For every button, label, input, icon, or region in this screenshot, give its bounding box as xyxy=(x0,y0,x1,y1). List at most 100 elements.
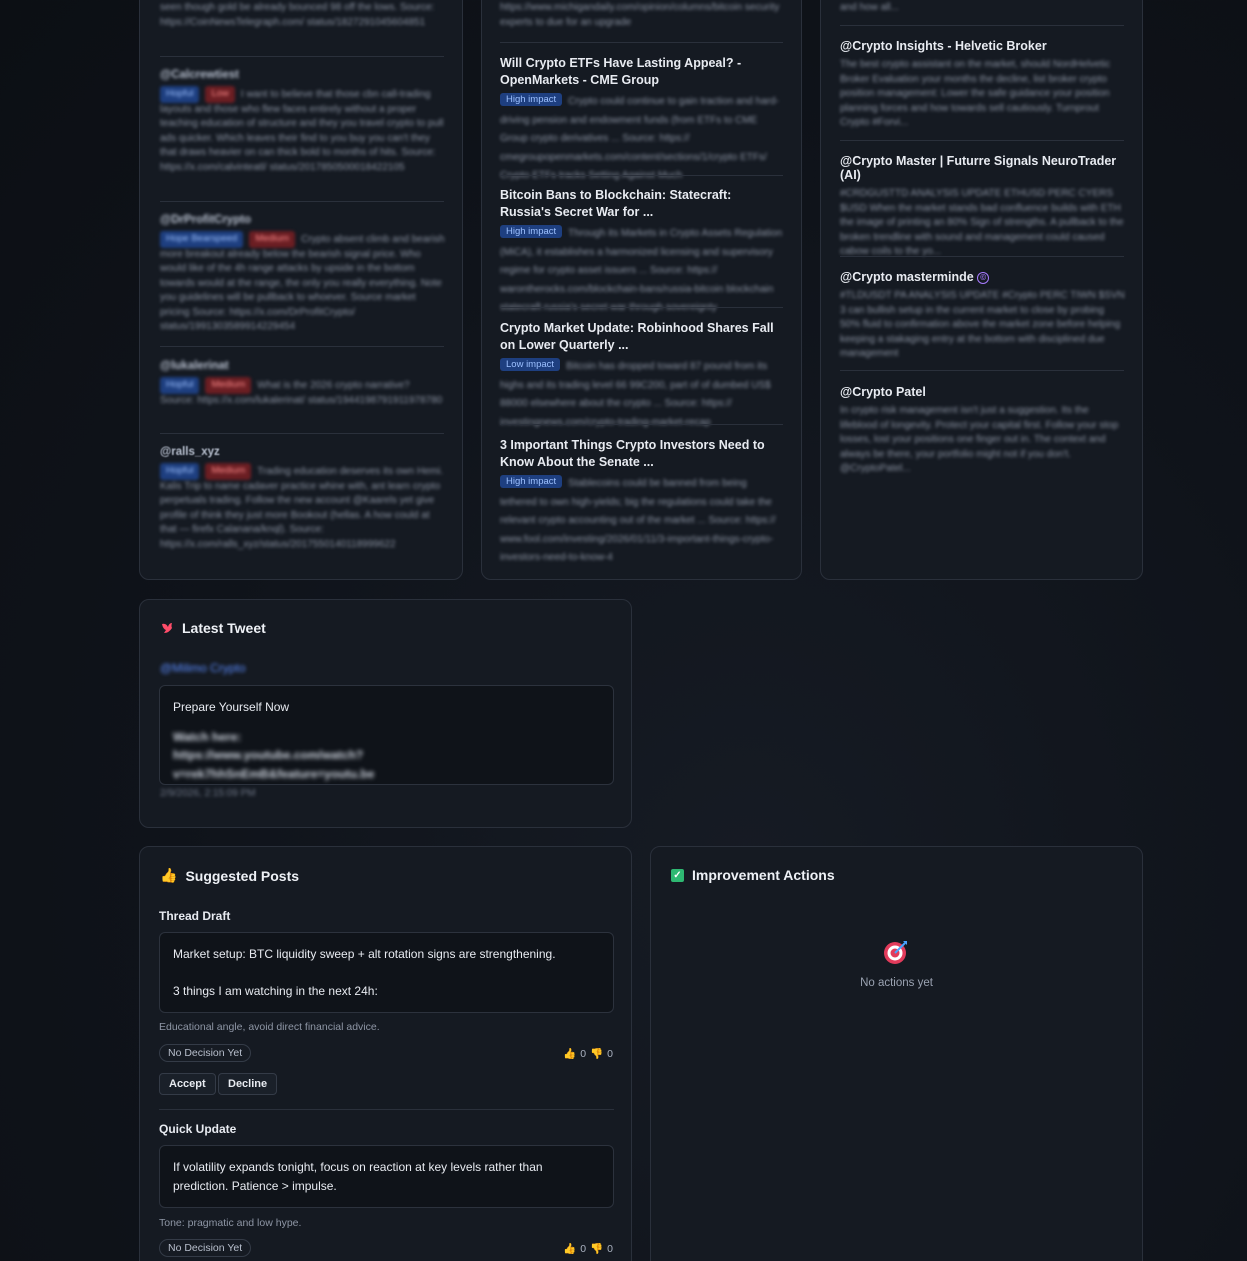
impact-badge: High impact xyxy=(500,225,563,239)
news-item[interactable]: Crypto Market Update: Robinhood Shares F… xyxy=(500,320,785,430)
improvement-actions-card: ✓ Improvement Actions No actions yet xyxy=(650,846,1143,1261)
divider xyxy=(840,370,1124,371)
post-text: Trading education deserves its own Hemi.… xyxy=(160,465,444,550)
news-title[interactable]: 3 Important Things Crypto Investors Need… xyxy=(500,437,785,470)
divider xyxy=(500,307,783,308)
list-item[interactable]: @Crypto masterminde © #TLDUSDT PA ANALYS… xyxy=(840,270,1126,362)
thumbs-up-icon[interactable]: 👍 xyxy=(563,1242,576,1255)
post-text: Crypto absent climb and bearish more bre… xyxy=(160,233,445,332)
status-badge: No Decision Yet xyxy=(159,1044,252,1062)
divider xyxy=(840,256,1124,257)
post-text: What is the 2026 crypto narrative? Sourc… xyxy=(160,379,443,406)
news-title[interactable]: Will Crypto ETFs Have Lasting Appeal? - … xyxy=(500,55,785,88)
latest-tweet-card: Latest Tweet @Milimo Crypto Prepare Your… xyxy=(139,599,632,828)
impact-badge: Low impact xyxy=(500,358,561,372)
target-icon xyxy=(883,939,909,965)
sentiment-badge: Hopful xyxy=(160,377,200,394)
news-title[interactable]: Crypto Market Update: Robinhood Shares F… xyxy=(500,320,785,353)
suggested-posts-card: 👍 Suggested Posts Thread Draft Market se… xyxy=(139,846,632,1261)
list-item[interactable]: @DrProfitCrypto Hope Bearspeed Medium Cryp… xyxy=(160,214,446,335)
divider xyxy=(160,433,444,434)
status-badge: No Decision Yet xyxy=(159,1239,252,1257)
thumbs-down-icon[interactable]: 👎 xyxy=(590,1047,603,1060)
post-text: I want to believe that those cbn call-tr… xyxy=(160,88,444,173)
divider xyxy=(840,25,1124,26)
tweet-body[interactable]: Watch here: https://www.youtube.com/watc… xyxy=(173,728,433,784)
impact-badge: Medium xyxy=(205,377,252,394)
impact-badge: Medium xyxy=(205,463,252,480)
draft-label: Quick Update xyxy=(159,1122,237,1136)
post-handle[interactable]: @lukalerinat xyxy=(160,360,446,372)
draft-line: If volatility expands tonight, focus on … xyxy=(173,1160,543,1193)
news-snippet: Through its Markets in Crypto Assets Reg… xyxy=(500,228,783,313)
divider xyxy=(160,346,444,347)
news-title[interactable]: Bitcoin Bans to Blockchain: Statecraft: … xyxy=(500,187,785,220)
divider xyxy=(500,42,783,43)
feed-top-snippet: https://www.michigandaily.com/opinion/co… xyxy=(500,2,780,28)
divider xyxy=(500,175,783,176)
list-item[interactable]: @Crypto Master | Futurre Signals NeuroTr… xyxy=(840,154,1126,260)
sentiment-badge: Hopful xyxy=(160,86,200,103)
list-item[interactable]: @Calcrewtiest Hopful Low I want to believe… xyxy=(160,69,446,175)
influencer-feed-card: and how all... @Crypto Insights - Helvet… xyxy=(820,0,1143,580)
impact-badge: High impact xyxy=(500,93,563,107)
vote-counts: 👍 0 👎 0 xyxy=(563,1242,613,1256)
checkbox-icon: ✓ xyxy=(671,868,684,882)
divider xyxy=(160,56,444,57)
feed-top-snippet: seen though gold be already bounced 98 o… xyxy=(160,2,435,28)
divider xyxy=(500,424,783,425)
list-item[interactable]: @Crypto Patel In crypto risk management … xyxy=(840,385,1126,477)
draft-note: Educational angle, avoid direct financia… xyxy=(159,1021,380,1033)
thumbs-down-icon[interactable]: 👎 xyxy=(590,1242,603,1255)
post-handle[interactable]: @ralls_xyz xyxy=(160,446,446,458)
sentiment-badge: Hope Bearspeed xyxy=(160,231,244,248)
sentiment-badge: Hopful xyxy=(160,463,200,480)
divider xyxy=(160,201,444,202)
vote-counts: 👍 0 👎 0 xyxy=(563,1047,613,1061)
author-name[interactable]: @Crypto Master | Futurre Signals NeuroTr… xyxy=(840,154,1126,182)
draft-line: Market setup: BTC liquidity sweep + alt … xyxy=(173,947,556,961)
draft-content[interactable]: If volatility expands tonight, focus on … xyxy=(159,1145,614,1208)
list-item[interactable]: @ralls_xyz Hopful Medium Trading education… xyxy=(160,446,446,552)
divider xyxy=(159,1109,614,1110)
tweet-handle[interactable]: @Milimo Crypto xyxy=(160,661,246,675)
bird-icon xyxy=(160,621,174,635)
thumbs-up-icon[interactable]: 👍 xyxy=(563,1047,576,1060)
post-handle[interactable]: @Calcrewtiest xyxy=(160,69,446,81)
news-item[interactable]: Will Crypto ETFs Have Lasting Appeal? - … xyxy=(500,55,785,184)
news-feed-card: https://www.michigandaily.com/opinion/co… xyxy=(481,0,802,580)
impact-badge: Medium xyxy=(249,231,296,248)
post-handle[interactable]: @DrProfitCrypto xyxy=(160,214,446,226)
tweet-timestamp: 2/9/2026, 2:15:09 PM xyxy=(160,788,256,799)
list-item[interactable]: @Crypto Insights - Helvetic Broker The b… xyxy=(840,39,1126,131)
card-title: Suggested Posts xyxy=(185,867,300,884)
news-item[interactable]: Bitcoin Bans to Blockchain: Statecraft: … xyxy=(500,187,785,316)
author-snippet: #TLDUSDT PA ANALYSIS UPDATE #Crypto PERC… xyxy=(840,290,1125,359)
upvote-count: 0 xyxy=(580,1242,587,1255)
draft-note: Tone: pragmatic and low hype. xyxy=(159,1217,302,1229)
tweet-headline: Prepare Yourself Now xyxy=(173,700,290,714)
author-snippet: The best crypto assistant on the market,… xyxy=(840,59,1111,128)
draft-content[interactable]: Market setup: BTC liquidity sweep + alt … xyxy=(159,932,614,1013)
thumbs-up-icon: 👍 xyxy=(160,867,178,883)
downvote-count: 0 xyxy=(607,1242,613,1255)
impact-badge: Low xyxy=(205,86,235,103)
impact-badge: High impact xyxy=(500,475,563,489)
feed-top-snippet: and how all... xyxy=(840,2,899,13)
author-name[interactable]: @Crypto masterminde xyxy=(840,270,974,284)
news-snippet: Stablecoins could be banned from being t… xyxy=(500,478,776,563)
tweet-content: Prepare Yourself Now Watch here: https:/… xyxy=(159,685,614,785)
downvote-count: 0 xyxy=(607,1047,613,1060)
verified-badge-icon: © xyxy=(977,271,990,284)
upvote-count: 0 xyxy=(580,1047,587,1060)
author-snippet: In crypto risk management isn't just a s… xyxy=(840,405,1119,474)
author-name[interactable]: @Crypto Insights - Helvetic Broker xyxy=(840,39,1126,53)
author-snippet: #CRDGUSTTD ANALYSIS UPDATE ETHUSD PERC C… xyxy=(840,188,1124,257)
news-item[interactable]: 3 Important Things Crypto Investors Need… xyxy=(500,437,785,566)
author-name[interactable]: @Crypto Patel xyxy=(840,385,1126,399)
decline-button[interactable]: Decline xyxy=(218,1073,278,1095)
news-snippet: Crypto could continue to gain traction a… xyxy=(500,96,779,181)
list-item[interactable]: @lukalerinat Hopful Medium What is the 202… xyxy=(160,360,446,408)
accept-button[interactable]: Accept xyxy=(159,1073,216,1095)
divider xyxy=(840,140,1124,141)
